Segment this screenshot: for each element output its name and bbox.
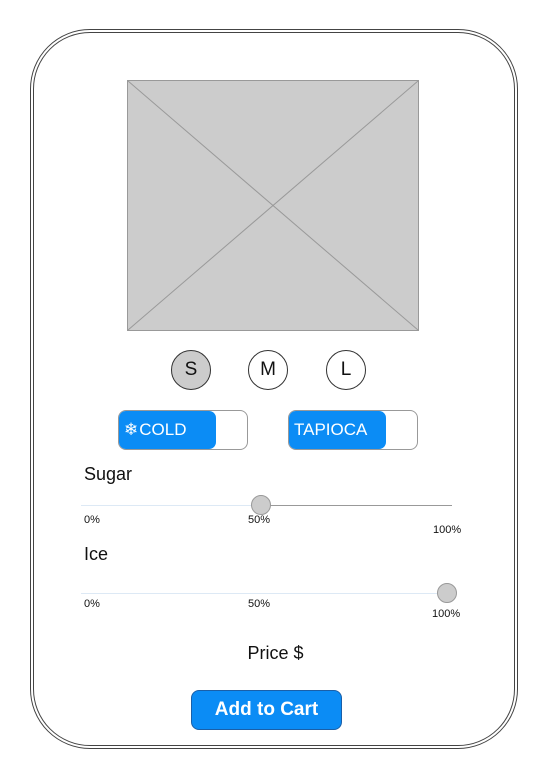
tapioca-toggle-fill: TAPIOCA (289, 411, 386, 449)
sugar-slider-knob[interactable] (251, 495, 271, 515)
size-button-s[interactable]: S (171, 350, 211, 390)
ice-tick-50: 50% (248, 598, 271, 610)
ice-slider-track[interactable] (81, 593, 448, 594)
tapioca-toggle-label: TAPIOCA (294, 420, 368, 439)
size-label: M (260, 359, 276, 380)
size-label: L (340, 359, 352, 380)
product-image-placeholder (127, 80, 419, 331)
price-label: Price $ (247, 643, 304, 663)
tapioca-toggle[interactable]: TAPIOCA (288, 410, 418, 450)
ice-label: Ice (84, 544, 109, 564)
sugar-label: Sugar (84, 464, 133, 484)
sugar-tick-100: 100% (433, 524, 462, 536)
ice-tick-100: 100% (432, 608, 461, 620)
image-placeholder-icon (128, 81, 418, 330)
ice-slider-knob[interactable] (437, 583, 457, 603)
add-to-cart-button[interactable]: Add to Cart (191, 690, 342, 730)
ice-slider-fill (81, 593, 446, 594)
cold-toggle-fill: ❄ COLD (119, 411, 216, 449)
sugar-tick-0: 0% (84, 514, 100, 526)
add-to-cart-label: Add to Cart (214, 699, 319, 720)
ice-tick-0: 0% (84, 598, 100, 610)
sugar-tick-50: 50% (248, 514, 271, 526)
cold-toggle-label: COLD (139, 420, 187, 439)
sugar-slider-fill (81, 505, 261, 506)
size-label: S (184, 359, 198, 380)
cold-toggle[interactable]: ❄ COLD (118, 410, 248, 450)
size-button-m[interactable]: M (248, 350, 288, 390)
size-button-l[interactable]: L (326, 350, 366, 390)
snowflake-icon: ❄ (124, 420, 139, 439)
